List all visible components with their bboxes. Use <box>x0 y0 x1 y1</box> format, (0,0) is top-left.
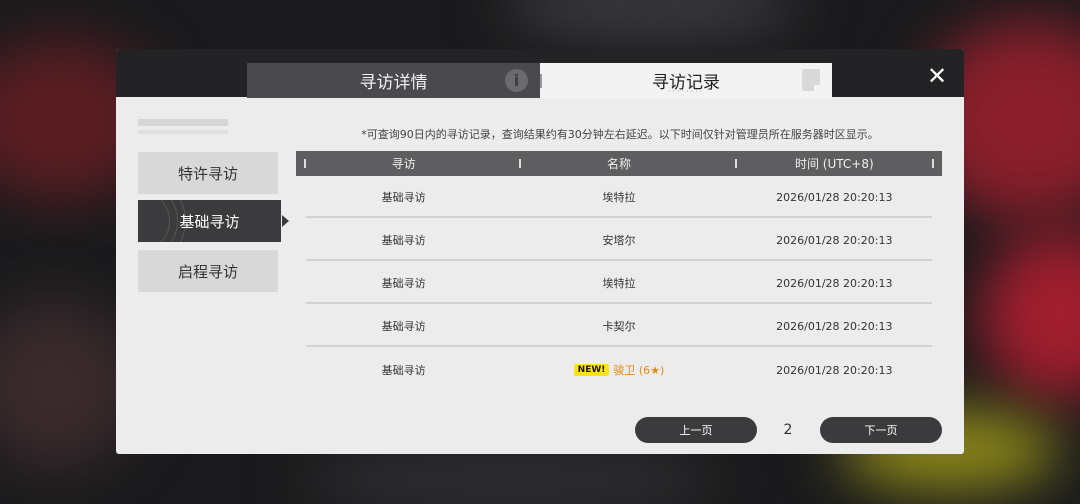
menu-item-basic-recruit[interactable]: 基础寻访 <box>138 200 289 242</box>
menu-item-label: 基础寻访 <box>179 212 240 231</box>
cell-name: 埃特拉 <box>602 191 636 204</box>
cell-name: 埃特拉 <box>602 277 636 290</box>
row-divider <box>306 345 932 347</box>
table-header: 寻访 名称 时间 (UTC+8) <box>296 151 942 176</box>
menu-item-starter-recruit[interactable]: 启程寻访 <box>138 250 278 292</box>
cell-time: 2026/01/28 20:20:13 <box>776 276 893 290</box>
new-badge: NEW! <box>573 364 610 376</box>
table-row: 基础寻访 NEW! 骏卫 (6★) 2026/01/28 20:20:13 <box>306 349 932 391</box>
cell-time: 2026/01/28 20:20:13 <box>776 363 893 377</box>
cell-time: 2026/01/28 20:20:13 <box>776 190 893 204</box>
table-row: 基础寻访 卡契尔 2026/01/28 20:20:13 <box>306 305 932 347</box>
cell-name: 安塔尔 <box>602 234 636 247</box>
cell-time: 2026/01/28 20:20:13 <box>776 233 893 247</box>
tab-recruit-records[interactable]: 寻访记录 ········ <box>540 63 832 98</box>
prev-page-button[interactable]: 上一页 <box>635 417 757 443</box>
table-row: 基础寻访 埃特拉 2026/01/28 20:20:13 <box>306 176 932 218</box>
page-number: 2 <box>783 422 793 438</box>
column-header-name: 名称 <box>511 151 726 176</box>
document-icon <box>802 69 821 92</box>
active-arrow-icon <box>282 215 289 227</box>
cell-name: 卡契尔 <box>602 320 636 333</box>
menu-item-label: 特许寻访 <box>177 164 238 183</box>
cell-time: 2026/01/28 20:20:13 <box>776 319 893 333</box>
tab-recruit-details[interactable]: 寻访详情 i <box>247 63 540 98</box>
close-icon[interactable]: ✕ <box>924 62 950 90</box>
next-page-button[interactable]: 下一页 <box>820 417 942 443</box>
rare-operator-name: 骏卫 (6★) <box>613 364 665 377</box>
table-row: 基础寻访 安塔尔 2026/01/28 20:20:13 <box>306 219 932 261</box>
row-divider <box>306 216 932 218</box>
cell-pool: 基础寻访 <box>381 191 426 204</box>
info-icon: i <box>505 69 528 92</box>
table-row: 基础寻访 埃特拉 2026/01/28 20:20:13 <box>306 262 932 304</box>
column-header-time: 时间 (UTC+8) <box>727 151 942 176</box>
cell-pool: 基础寻访 <box>381 234 426 247</box>
recruit-history-dialog: 寻访详情 i 寻访记录 ········ ✕ 特许寻访 基础寻访 启程寻访 *可… <box>116 49 964 454</box>
decorative-watermark <box>138 119 228 134</box>
row-divider <box>306 259 932 261</box>
query-notice: *可查询90日内的寻访记录，查询结果约有30分钟左右延迟。以下时间仅针对管理员所… <box>361 128 879 141</box>
row-divider <box>306 302 932 304</box>
column-header-pool: 寻访 <box>296 151 511 176</box>
cell-pool: 基础寻访 <box>381 277 426 290</box>
menu-item-label: 启程寻访 <box>177 262 238 281</box>
cell-name: NEW! 骏卫 (6★) <box>511 349 726 391</box>
tab-recruit-details-label: 寻访详情 <box>359 73 428 93</box>
cell-pool: 基础寻访 <box>381 320 426 333</box>
cell-pool: 基础寻访 <box>381 364 426 377</box>
dialog-header: 寻访详情 i 寻访记录 ········ ✕ <box>116 49 964 98</box>
tab-underline-dots: ········ <box>667 87 705 96</box>
menu-item-special-recruit[interactable]: 特许寻访 <box>138 152 278 194</box>
